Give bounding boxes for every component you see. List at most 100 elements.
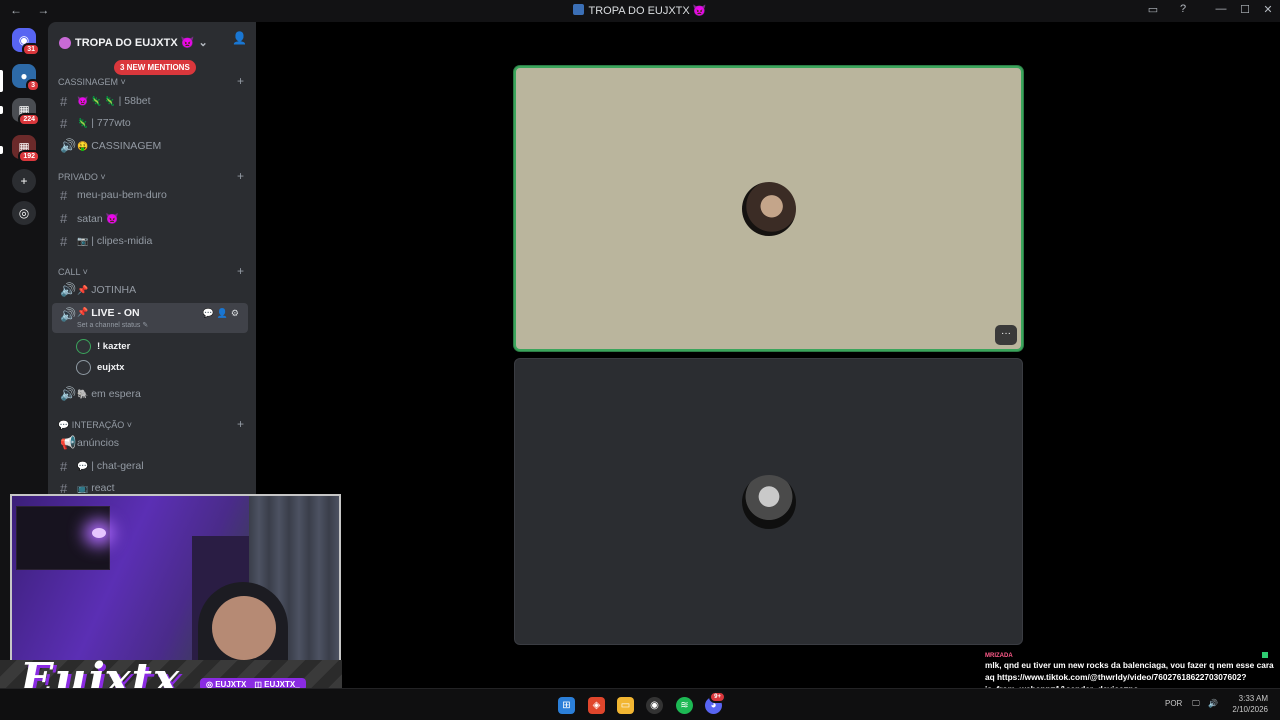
category-cassinagem[interactable]: CASSINAGEM ˅: [58, 77, 126, 87]
streamer-face: [212, 596, 276, 660]
selected-server-pill: [0, 70, 3, 92]
channel-status[interactable]: Set a channel status ✎: [77, 321, 148, 329]
add-server-icon[interactable]: +: [12, 169, 36, 193]
category-interacao[interactable]: 💬 INTERAÇÃO ˅: [58, 420, 132, 431]
channel-label: CASSINAGEM: [91, 140, 162, 152]
inbox-icon[interactable]: ▭: [1144, 3, 1162, 16]
category-privado[interactable]: PRIVADO ˅: [58, 172, 106, 182]
voice-channel-em-espera[interactable]: 🔊 🐘 em espera: [52, 384, 248, 404]
volume-icon[interactable]: 🔊: [1208, 699, 1218, 708]
channel-satan[interactable]: # satan 👿: [52, 208, 248, 228]
channel-777wto[interactable]: # 🦎 | 777wto: [52, 113, 248, 133]
voice-channel-cassinagem[interactable]: 🔊 🤑 CASSINAGEM: [52, 136, 248, 156]
new-mentions-pill[interactable]: 3 NEW MENTIONS: [114, 60, 196, 75]
channel-label: JOTINHA: [91, 284, 137, 296]
discover-icon[interactable]: ◎: [12, 201, 36, 225]
channel-emoji: 👿 🦎 🦎: [77, 95, 116, 106]
hash-icon: #: [60, 115, 68, 131]
video-tile-speaking[interactable]: ···: [514, 66, 1023, 351]
channel-label: satan 👿: [77, 212, 119, 225]
channel-label: anúncios: [77, 437, 120, 449]
monitor-shape: [16, 506, 110, 570]
category-call[interactable]: CALL ˅: [58, 267, 88, 277]
network-icon[interactable]: 🖵: [1192, 699, 1200, 709]
speaker-icon: 🔊: [60, 386, 77, 401]
obs-icon[interactable]: ◉: [646, 697, 663, 714]
maximize-button[interactable]: ☐: [1236, 3, 1254, 16]
notification-badge: 3: [26, 79, 40, 92]
voice-channel-live-on[interactable]: 🔊 📌 LIVE - ON Set a channel status ✎ 💬👤⚙: [52, 303, 248, 333]
discord-home-icon[interactable]: ◉ 31: [12, 28, 40, 56]
help-icon[interactable]: ?: [1174, 3, 1192, 15]
webcam-overlay: [10, 494, 341, 662]
chevron-down-icon: ⌄: [198, 37, 208, 49]
taskbar: ⊞ ◈ ▭ ◉ ≋ ◕ 9+ POR 🖵 🔊 3:33 AM 2/10/2026: [0, 688, 1280, 720]
discord-taskbar-icon[interactable]: ◕ 9+: [705, 691, 726, 714]
more-options-button[interactable]: ···: [995, 325, 1017, 345]
brave-icon[interactable]: ◈: [588, 697, 605, 714]
window-title: TROPA DO EUJXTX 👿: [0, 4, 1280, 17]
channel-chat-geral[interactable]: # 💬 | chat-geral: [52, 456, 248, 476]
channel-label: | clipes-midia: [91, 235, 153, 247]
channel-label: | chat-geral: [91, 460, 144, 472]
server-header[interactable]: TROPA DO EUJXTX 👿 ⌄ 👤: [48, 22, 256, 54]
notification-badge: 31: [22, 43, 40, 56]
channel-label: | 58bet: [118, 95, 151, 107]
spotify-icon[interactable]: ≋: [676, 697, 693, 714]
create-channel-icon[interactable]: +: [237, 169, 244, 183]
create-channel-icon[interactable]: +: [237, 264, 244, 278]
speaker-icon: 🔊: [60, 307, 77, 322]
channel-emoji: 📌: [77, 307, 89, 317]
channel-label: LIVE - ON: [91, 307, 140, 319]
notification-badge: 224: [18, 113, 40, 126]
channel-clipes-midia[interactable]: # 📷 | clipes-midia: [52, 231, 248, 251]
invite-icon[interactable]: 👤: [217, 308, 231, 318]
avatar: [76, 359, 91, 375]
server-name: TROPA DO EUJXTX 👿: [75, 37, 195, 49]
file-explorer-icon[interactable]: ▭: [617, 697, 634, 714]
voice-channel-jotinha[interactable]: 🔊 📌 JOTINHA: [52, 280, 248, 300]
close-button[interactable]: ✕: [1259, 3, 1277, 16]
server-folder-icon[interactable]: ▦ 192: [12, 135, 40, 163]
channel-58bet[interactable]: # 👿 🦎 🦎 | 58bet: [52, 91, 248, 111]
channel-emoji: 🐘: [77, 388, 89, 399]
channel-emoji: 💬: [77, 460, 89, 471]
hash-icon: #: [60, 93, 68, 109]
voice-user-name: eujxtx: [97, 361, 125, 373]
server-folder-icon[interactable]: ▦ 224: [12, 98, 40, 126]
channel-anuncios[interactable]: 📢 anúncios: [52, 433, 248, 453]
title-bar: ← → TROPA DO EUJXTX 👿 ▭ ? — ☐ ✕: [0, 0, 1280, 22]
create-channel-icon[interactable]: +: [237, 417, 244, 431]
channel-label: | 777wto: [91, 117, 131, 129]
invite-people-icon[interactable]: 👤: [232, 31, 247, 45]
speaker-icon: 🔊: [60, 138, 77, 153]
voice-user[interactable]: ! kazter: [76, 336, 130, 356]
chat-icon[interactable]: 💬: [202, 308, 216, 318]
channel-tools[interactable]: 💬👤⚙: [202, 308, 242, 319]
participant-avatar: [741, 474, 796, 529]
channel-emoji: 🦎: [77, 117, 89, 128]
avatar: [76, 338, 91, 354]
channel-emoji: 🤑: [77, 140, 89, 151]
windows-start-icon[interactable]: ⊞: [558, 697, 575, 714]
channel-emoji: 📺: [77, 482, 89, 493]
notification-badge: 192: [18, 150, 40, 163]
hash-icon: #: [60, 458, 68, 474]
window-title-text: TROPA DO EUJXTX 👿: [588, 5, 707, 17]
system-clock[interactable]: 3:33 AM 2/10/2026: [1232, 693, 1268, 715]
server-icon-tropa[interactable]: ● 3: [12, 64, 40, 92]
voice-user[interactable]: eujxtx: [76, 357, 124, 377]
clock-time: 3:33 AM: [1238, 694, 1268, 703]
channel-label: em espera: [91, 388, 141, 400]
create-channel-icon[interactable]: +: [237, 74, 244, 88]
gear-icon[interactable]: ⚙: [231, 308, 242, 318]
channel-label: meu-pau-bem-duro: [77, 189, 167, 201]
participant-avatar: [741, 181, 796, 236]
minimize-button[interactable]: —: [1212, 3, 1230, 15]
status-dot: [1262, 652, 1268, 658]
channel-meu-pau-bem-duro[interactable]: # meu-pau-bem-duro: [52, 185, 248, 205]
video-tile[interactable]: [514, 358, 1023, 645]
language-indicator[interactable]: POR: [1165, 699, 1182, 708]
hash-icon: #: [60, 187, 68, 203]
megaphone-icon: 📢: [60, 435, 77, 450]
